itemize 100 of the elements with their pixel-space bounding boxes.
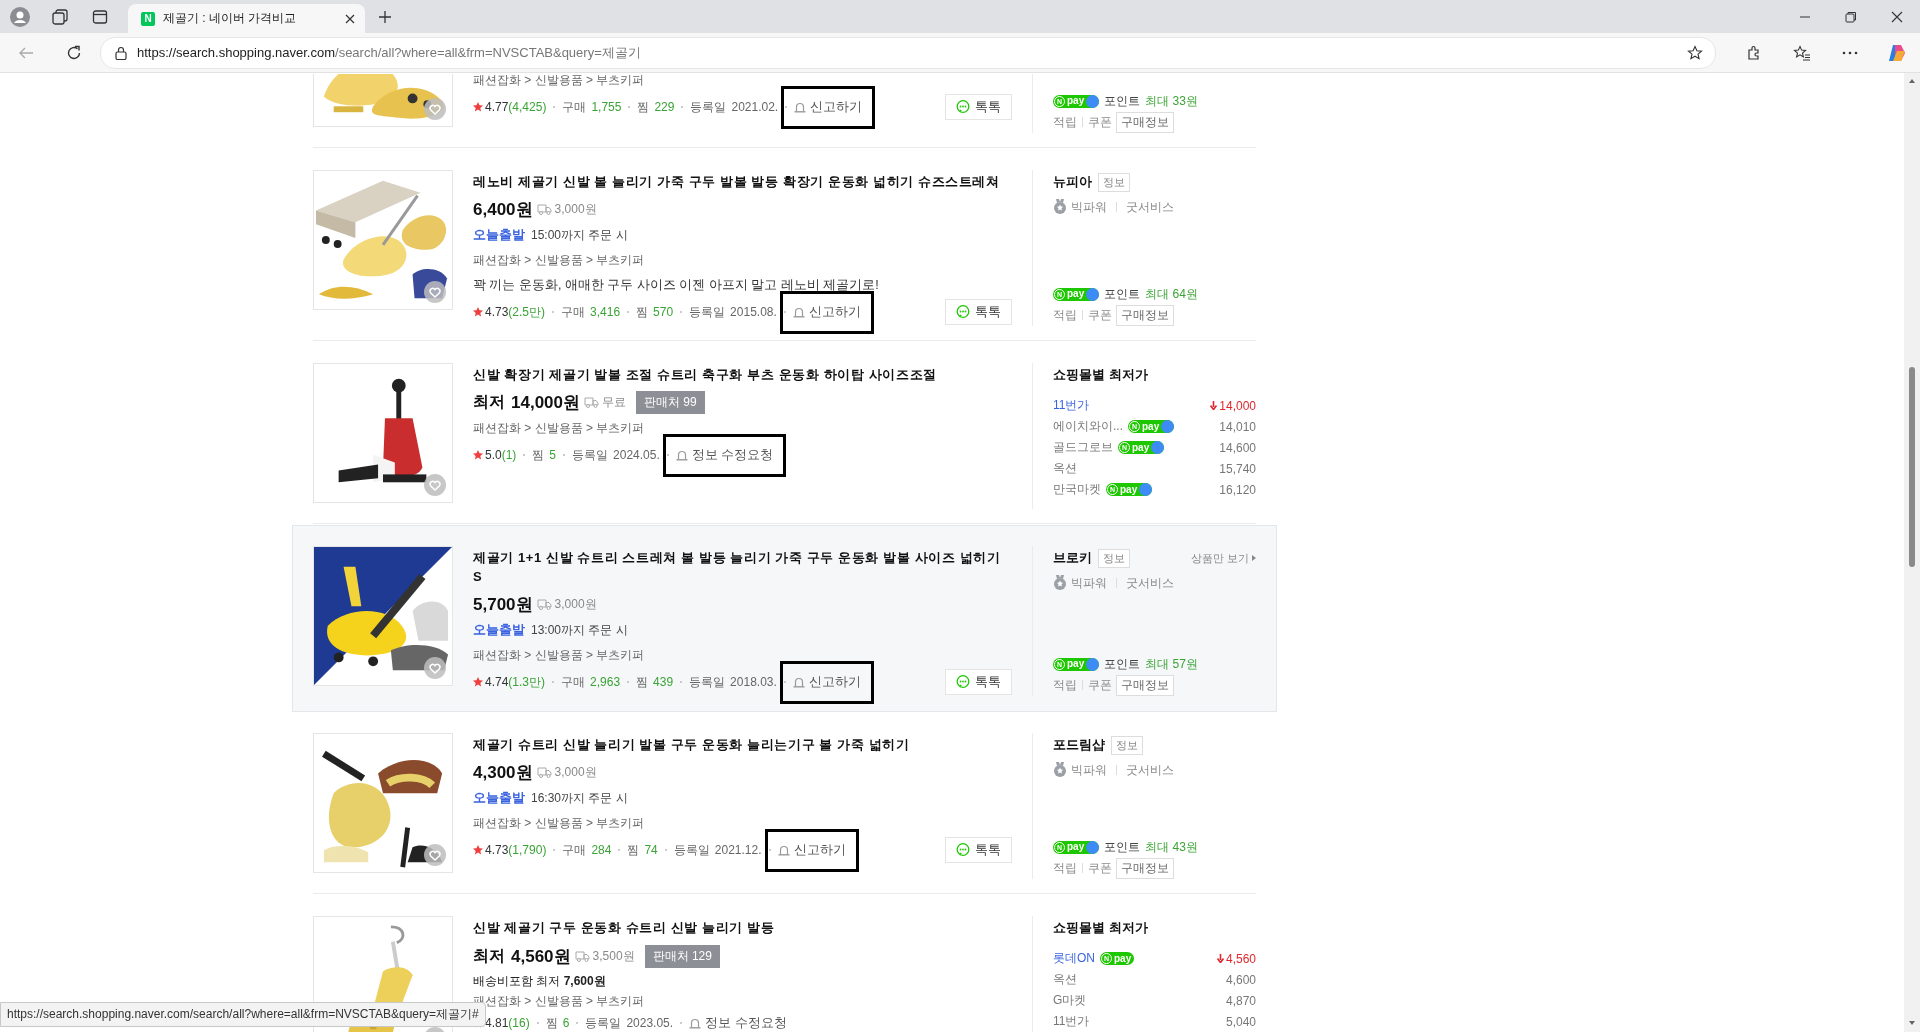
benefit-label: 적립 [1053, 113, 1077, 131]
stat-value: 570 [653, 305, 674, 319]
copilot-icon[interactable] [1887, 42, 1907, 63]
mall-price: 16,120 [1219, 482, 1256, 497]
category-path[interactable]: 패션잡화 > 신발용품 > 부츠키퍼 [473, 252, 645, 269]
report-link[interactable]: 정보 수정요청 [689, 1014, 787, 1032]
workspaces-icon[interactable] [52, 8, 68, 25]
shipping-fee: 무료 [602, 394, 626, 411]
close-icon[interactable] [1891, 10, 1903, 23]
mall-price: 14,600 [1219, 440, 1256, 455]
mall-name[interactable]: 골드그로브 [1053, 439, 1113, 456]
siren-icon [777, 844, 790, 856]
mall-name[interactable]: 옥션 [1053, 460, 1077, 477]
medal-icon [1053, 762, 1067, 778]
seller-info-tag[interactable]: 정보 [1098, 548, 1130, 568]
price-prefix: 최저 [473, 946, 505, 966]
review-count[interactable]: (4,425) [508, 100, 547, 114]
rating-star-icon [473, 450, 483, 460]
mall-name[interactable]: 만국마켓 [1053, 481, 1101, 498]
tab-actions-icon[interactable] [92, 8, 108, 25]
mall-name[interactable]: 11번가 [1053, 1013, 1090, 1030]
mall-name[interactable]: G마켓 [1053, 992, 1087, 1009]
talk-button[interactable]: 톡톡 [945, 299, 1012, 325]
price-prefix: 최저 [473, 392, 505, 412]
product-title[interactable]: 신발 확장기 제골기 발볼 조절 슈트리 축구화 부츠 운동화 하이탑 사이즈조절 [473, 365, 1012, 384]
review-count[interactable]: (1) [501, 448, 517, 462]
category-path[interactable]: 패션잡화 > 신발용품 > 부츠키퍼 [473, 420, 645, 437]
mall-name[interactable]: 옥션 [1053, 971, 1077, 988]
address-field[interactable]: https://search.shopping.naver.com/search/all?where=all&frm=NVSCTAB&query=제골기 [100, 36, 1716, 69]
delivery-label[interactable]: 오늘출발 [473, 622, 525, 639]
purchase-info-button[interactable]: 구매정보 [1116, 857, 1174, 879]
view-products-link[interactable]: 상품만 보기 [1190, 550, 1256, 566]
product-title[interactable]: 제골기 슈트리 신발 늘리기 발볼 구두 운동화 늘리는기구 볼 가죽 넓히기 [473, 735, 1012, 754]
mall-name[interactable]: 롯데ON [1053, 950, 1095, 967]
siren-icon [792, 676, 805, 688]
restore-icon[interactable] [1845, 10, 1857, 23]
mall-name[interactable]: 에이치와이... [1053, 418, 1123, 435]
mall-prices-heading: 쇼핑몰별 최저가 [1053, 366, 1149, 384]
seller-name[interactable]: 뉴피아 [1053, 173, 1092, 191]
purchase-info-button[interactable]: 구매정보 [1116, 674, 1174, 696]
down-arrow-icon [1216, 954, 1224, 963]
stat-value: 284 [591, 843, 612, 857]
close-icon[interactable] [345, 13, 355, 24]
reload-icon[interactable] [66, 44, 82, 61]
browser-tab[interactable]: N 제골기 : 네이버 가격비교 [128, 4, 365, 33]
product-title[interactable]: 신발 제골기 구두 운동화 슈트리 신발 늘리기 발등 [473, 918, 1012, 937]
seller-grade: 굿서비스 [1126, 761, 1174, 779]
review-count[interactable]: (1,790) [508, 843, 547, 857]
seller-info-tag[interactable]: 정보 [1111, 735, 1143, 755]
delivery-label[interactable]: 오늘출발 [473, 227, 525, 244]
more-icon[interactable] [1842, 50, 1858, 55]
plus-icon[interactable] [378, 9, 392, 24]
report-link[interactable]: 정보 수정요청 [662, 433, 787, 477]
stat-value: 2,963 [590, 675, 621, 689]
truck-icon [584, 397, 599, 408]
chat-bubble-icon [956, 843, 970, 857]
talk-button[interactable]: 톡톡 [945, 94, 1012, 120]
siren-icon [689, 1017, 702, 1029]
delivery-deadline: 15:00까지 주문 시 [531, 227, 628, 244]
seller-count-badge[interactable]: 판매처 129 [644, 945, 720, 968]
mall-price: 14,000 [1219, 398, 1256, 413]
report-link[interactable]: 신고하기 [779, 660, 874, 704]
mall-name[interactable]: 11번가 [1053, 397, 1090, 414]
seller-name[interactable]: 브로키 [1053, 549, 1092, 567]
down-arrow-icon [1210, 401, 1218, 410]
stat-value: 6 [562, 1016, 570, 1030]
review-count[interactable]: (16) [508, 1016, 530, 1030]
point-label: 포인트 [1104, 838, 1141, 856]
extensions-icon[interactable] [1746, 44, 1762, 61]
product-title[interactable]: 제골기 1+1 신발 슈트리 스트레쳐 볼 발등 늘리기 가죽 구두 운동화 발볼 사이즈 넓히기 S [473, 548, 1012, 586]
mall-price: 5,040 [1225, 1014, 1256, 1029]
stat-value: 3,416 [590, 305, 621, 319]
seller-count-badge[interactable]: 판매처 99 [636, 391, 705, 414]
mall-price: 14,010 [1219, 419, 1256, 434]
talk-button[interactable]: 톡톡 [945, 669, 1012, 695]
product-title[interactable]: 레노비 제골기 신발 볼 늘리기 가죽 구두 발볼 발등 확장기 운동화 넓히기 슈즈스트레쳐 [473, 172, 1012, 191]
category-path[interactable]: 패션잡화 > 신발용품 > 부츠키퍼 [473, 647, 645, 664]
report-link[interactable]: 신고하기 [779, 290, 874, 334]
truck-icon [536, 204, 552, 215]
review-count[interactable]: (2.5만) [508, 303, 546, 321]
report-link[interactable]: 신고하기 [781, 85, 876, 129]
seller-info-tag[interactable]: 정보 [1098, 172, 1130, 192]
mall-price: 15,740 [1219, 461, 1256, 476]
favorite-star-icon[interactable] [1687, 44, 1703, 61]
purchase-info-button[interactable]: 구매정보 [1116, 304, 1174, 326]
medal-icon [1053, 575, 1067, 591]
point-amount: 최대 43원 [1145, 838, 1198, 856]
report-link[interactable]: 신고하기 [764, 828, 859, 872]
talk-button[interactable]: 톡톡 [945, 837, 1012, 863]
profile-icon[interactable] [10, 6, 30, 27]
delivery-label[interactable]: 오늘출발 [473, 790, 525, 807]
point-amount: 최대 64원 [1145, 285, 1198, 303]
seller-grade: 빅파워 [1071, 198, 1107, 216]
favorites-icon[interactable] [1793, 44, 1811, 61]
seller-name[interactable]: 포드림샵 [1053, 736, 1105, 754]
stat-value: 2021.02. [731, 100, 779, 114]
category-path[interactable]: 패션잡화 > 신발용품 > 부츠키퍼 [473, 815, 645, 832]
chat-bubble-icon [956, 100, 970, 114]
purchase-info-button[interactable]: 구매정보 [1116, 111, 1174, 133]
category-path[interactable]: 패션잡화 > 신발용품 > 부츠키퍼 [473, 73, 645, 89]
